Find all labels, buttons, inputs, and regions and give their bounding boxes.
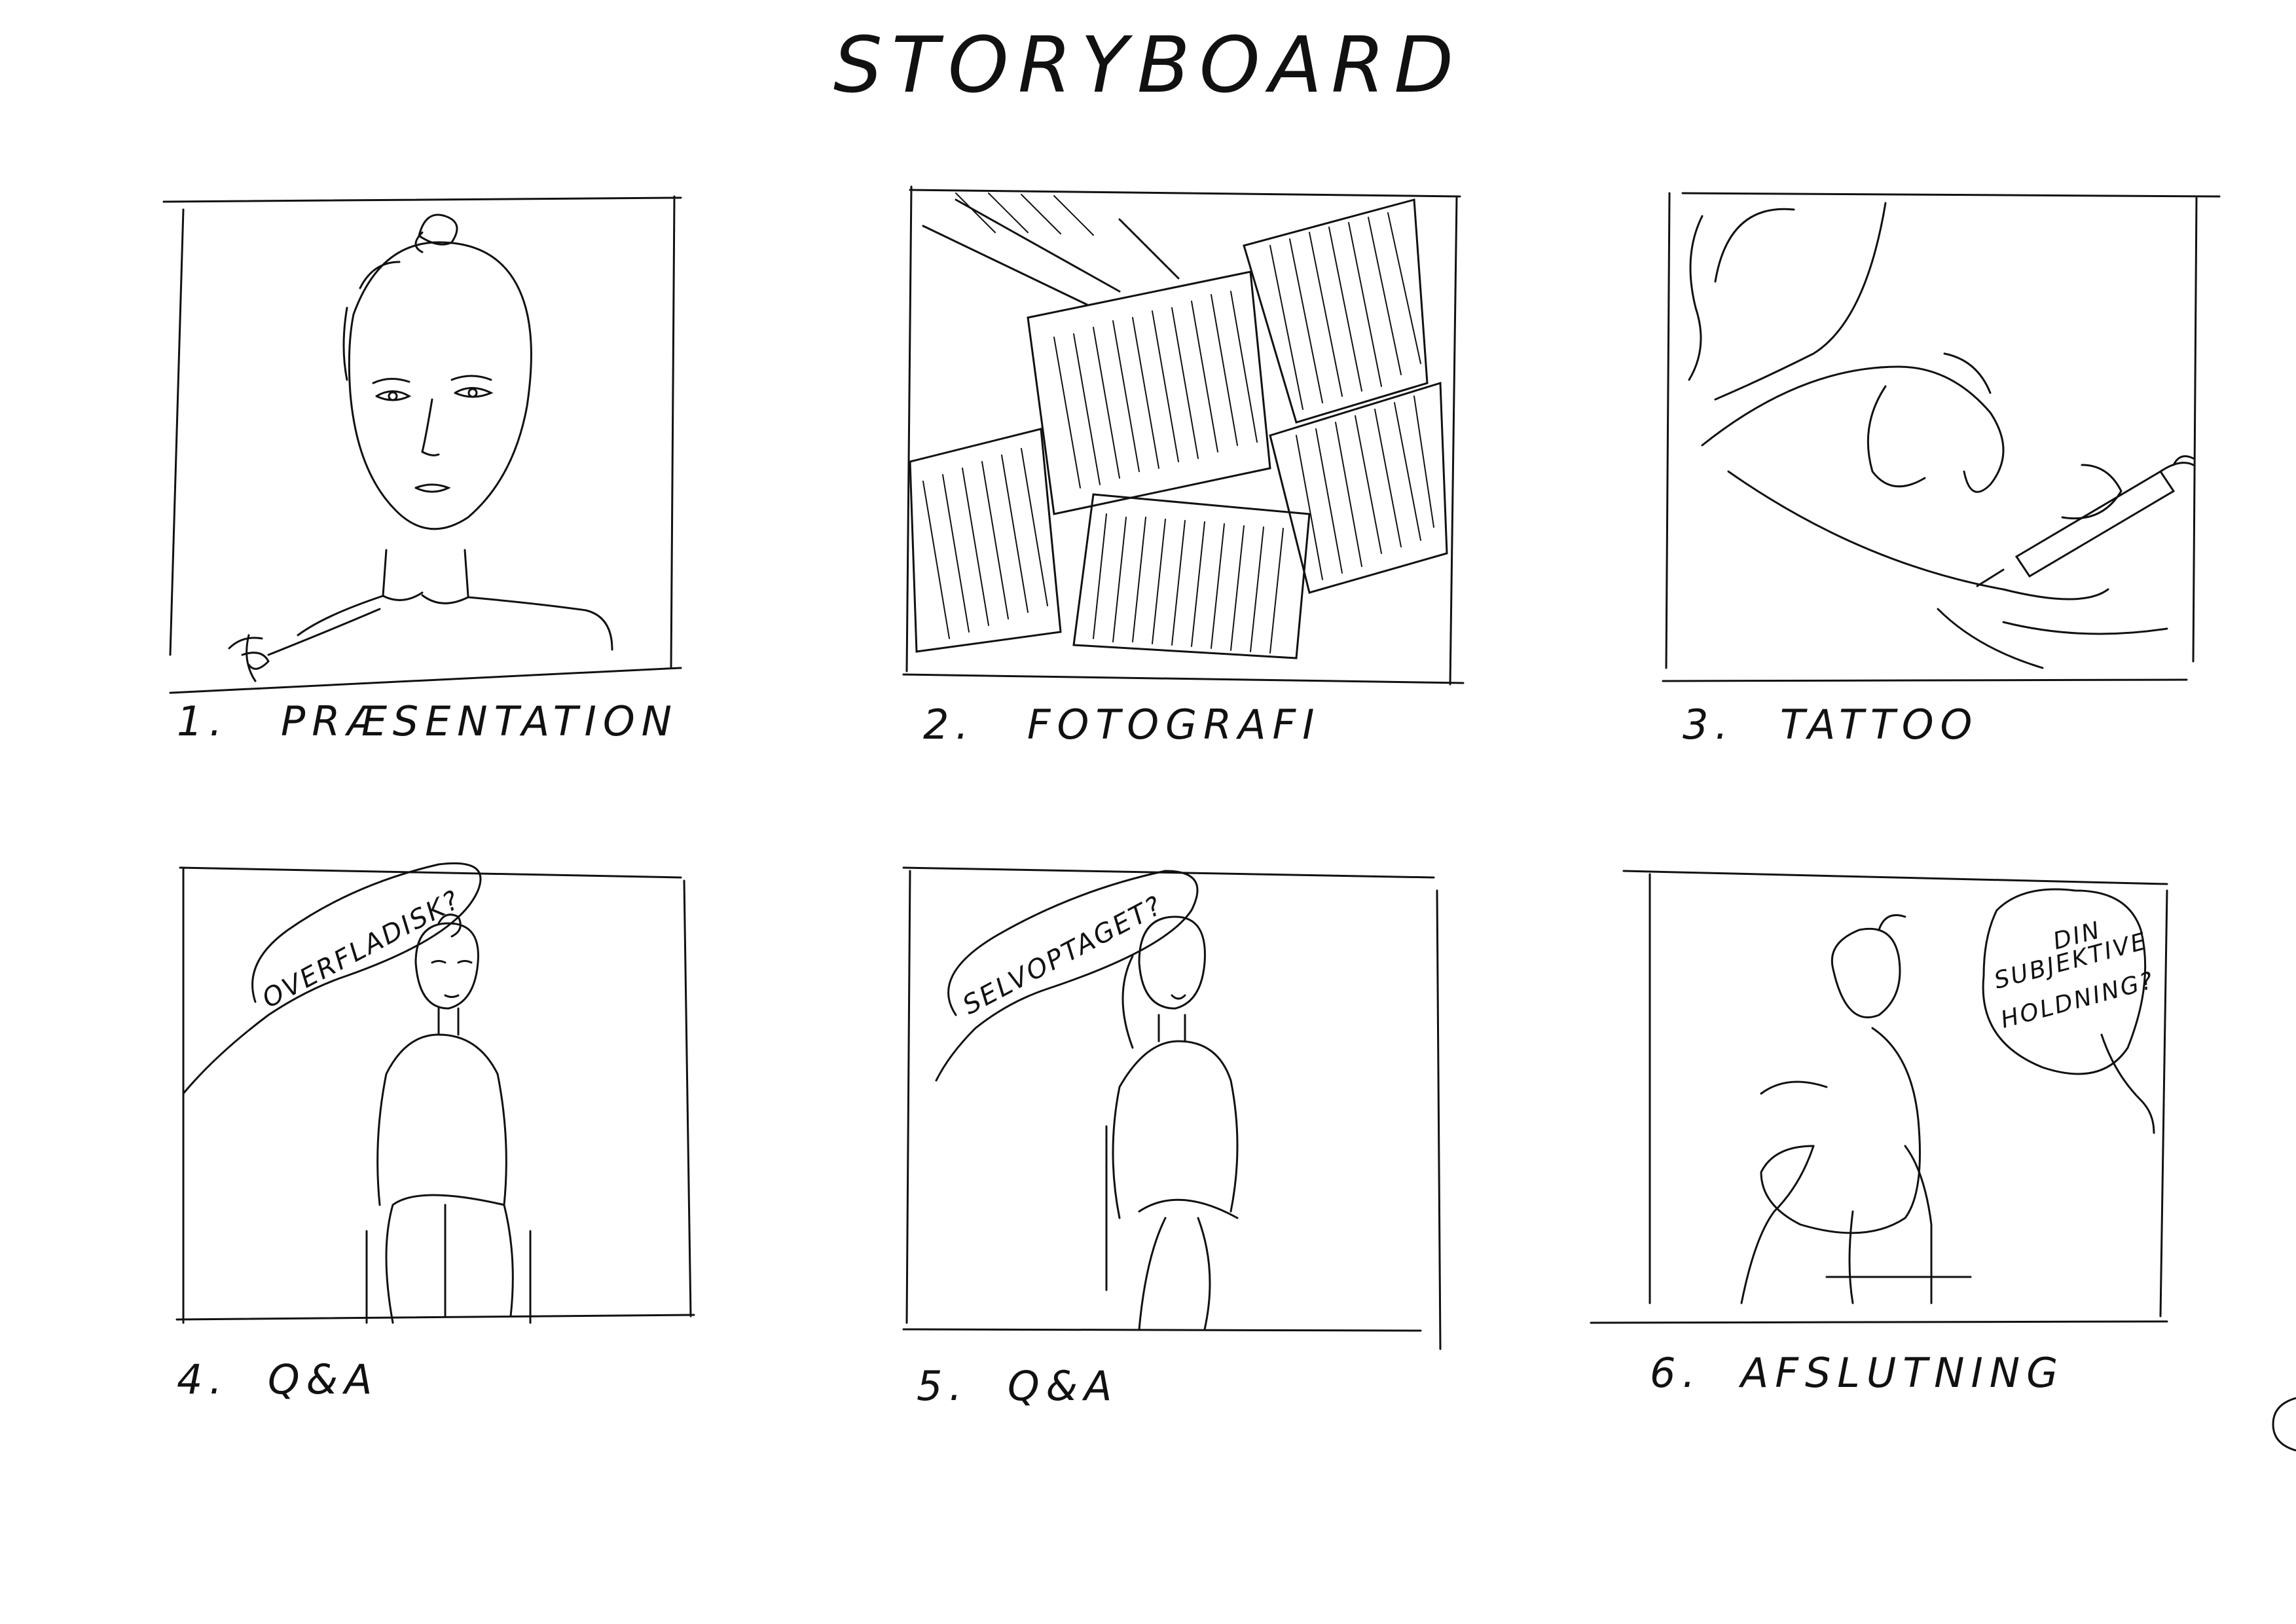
panel-6: DIN SUBJEKTIVE HOLDNING? — [1590, 870, 2180, 1329]
panel-2-label: FOTOGRAFI — [1027, 701, 1321, 748]
binder-hole-mark — [2272, 1397, 2296, 1452]
panel-6-caption: 6. AFSLUTNING — [1650, 1349, 2064, 1397]
panel-3-label: TATTOO — [1779, 701, 1979, 748]
panel-4-caption: 4. Q&A — [177, 1356, 378, 1403]
panel-5-sketch: SELVOPTAGET? — [902, 866, 1442, 1350]
panel-4: OVERFLADISK? — [170, 862, 701, 1336]
panel-2-number: 2. — [923, 701, 975, 748]
panel-3-sketch — [1662, 192, 2221, 682]
speech-text-5: SELVOPTAGET? — [958, 890, 1168, 1021]
panel-1-sketch — [162, 195, 682, 694]
photo-2 — [1072, 493, 1311, 659]
panel-2-caption: 2. FOTOGRAFI — [923, 701, 1321, 748]
panel-1-caption: 1. PRÆSENTATION — [177, 697, 678, 745]
panel-5: SELVOPTAGET? — [902, 864, 1447, 1350]
panel-4-sketch: OVERFLADISK? — [175, 862, 695, 1324]
panel-1-label: PRÆSENTATION — [280, 697, 679, 745]
panel-6-sketch: DIN SUBJEKTIVE HOLDNING? — [1590, 870, 2168, 1324]
panel-5-caption: 5. Q&A — [917, 1362, 1118, 1410]
photo-4 — [1243, 198, 1429, 424]
panel-5-label: Q&A — [1007, 1362, 1119, 1410]
panel-1 — [162, 195, 687, 694]
panel-4-number: 4. — [177, 1356, 229, 1403]
panel-1-number: 1. — [177, 697, 229, 745]
panel-5-number: 5. — [917, 1362, 969, 1410]
panel-6-label: AFSLUTNING — [1740, 1349, 2065, 1397]
panel-2 — [902, 185, 1467, 697]
panel-4-label: Q&A — [267, 1356, 379, 1403]
panel-3 — [1662, 190, 2226, 694]
speech-bubble-6: DIN SUBJEKTIVE HOLDNING? — [1982, 888, 2158, 1134]
speech-text-4: OVERFLADISK? — [257, 884, 465, 1014]
storyboard-title: STORYBOARD — [833, 20, 1463, 110]
speech-bubble-5: SELVOPTAGET? — [935, 870, 1199, 1082]
photo-3 — [1269, 381, 1448, 594]
panel-6-number: 6. — [1650, 1349, 1702, 1397]
panel-3-caption: 3. TATTOO — [1683, 701, 1978, 748]
speech-bubble-4: OVERFLADISK? — [182, 862, 482, 1095]
panel-3-number: 3. — [1683, 701, 1735, 748]
tattoo-pen — [1976, 455, 2195, 587]
panel-2-sketch — [902, 185, 1465, 686]
